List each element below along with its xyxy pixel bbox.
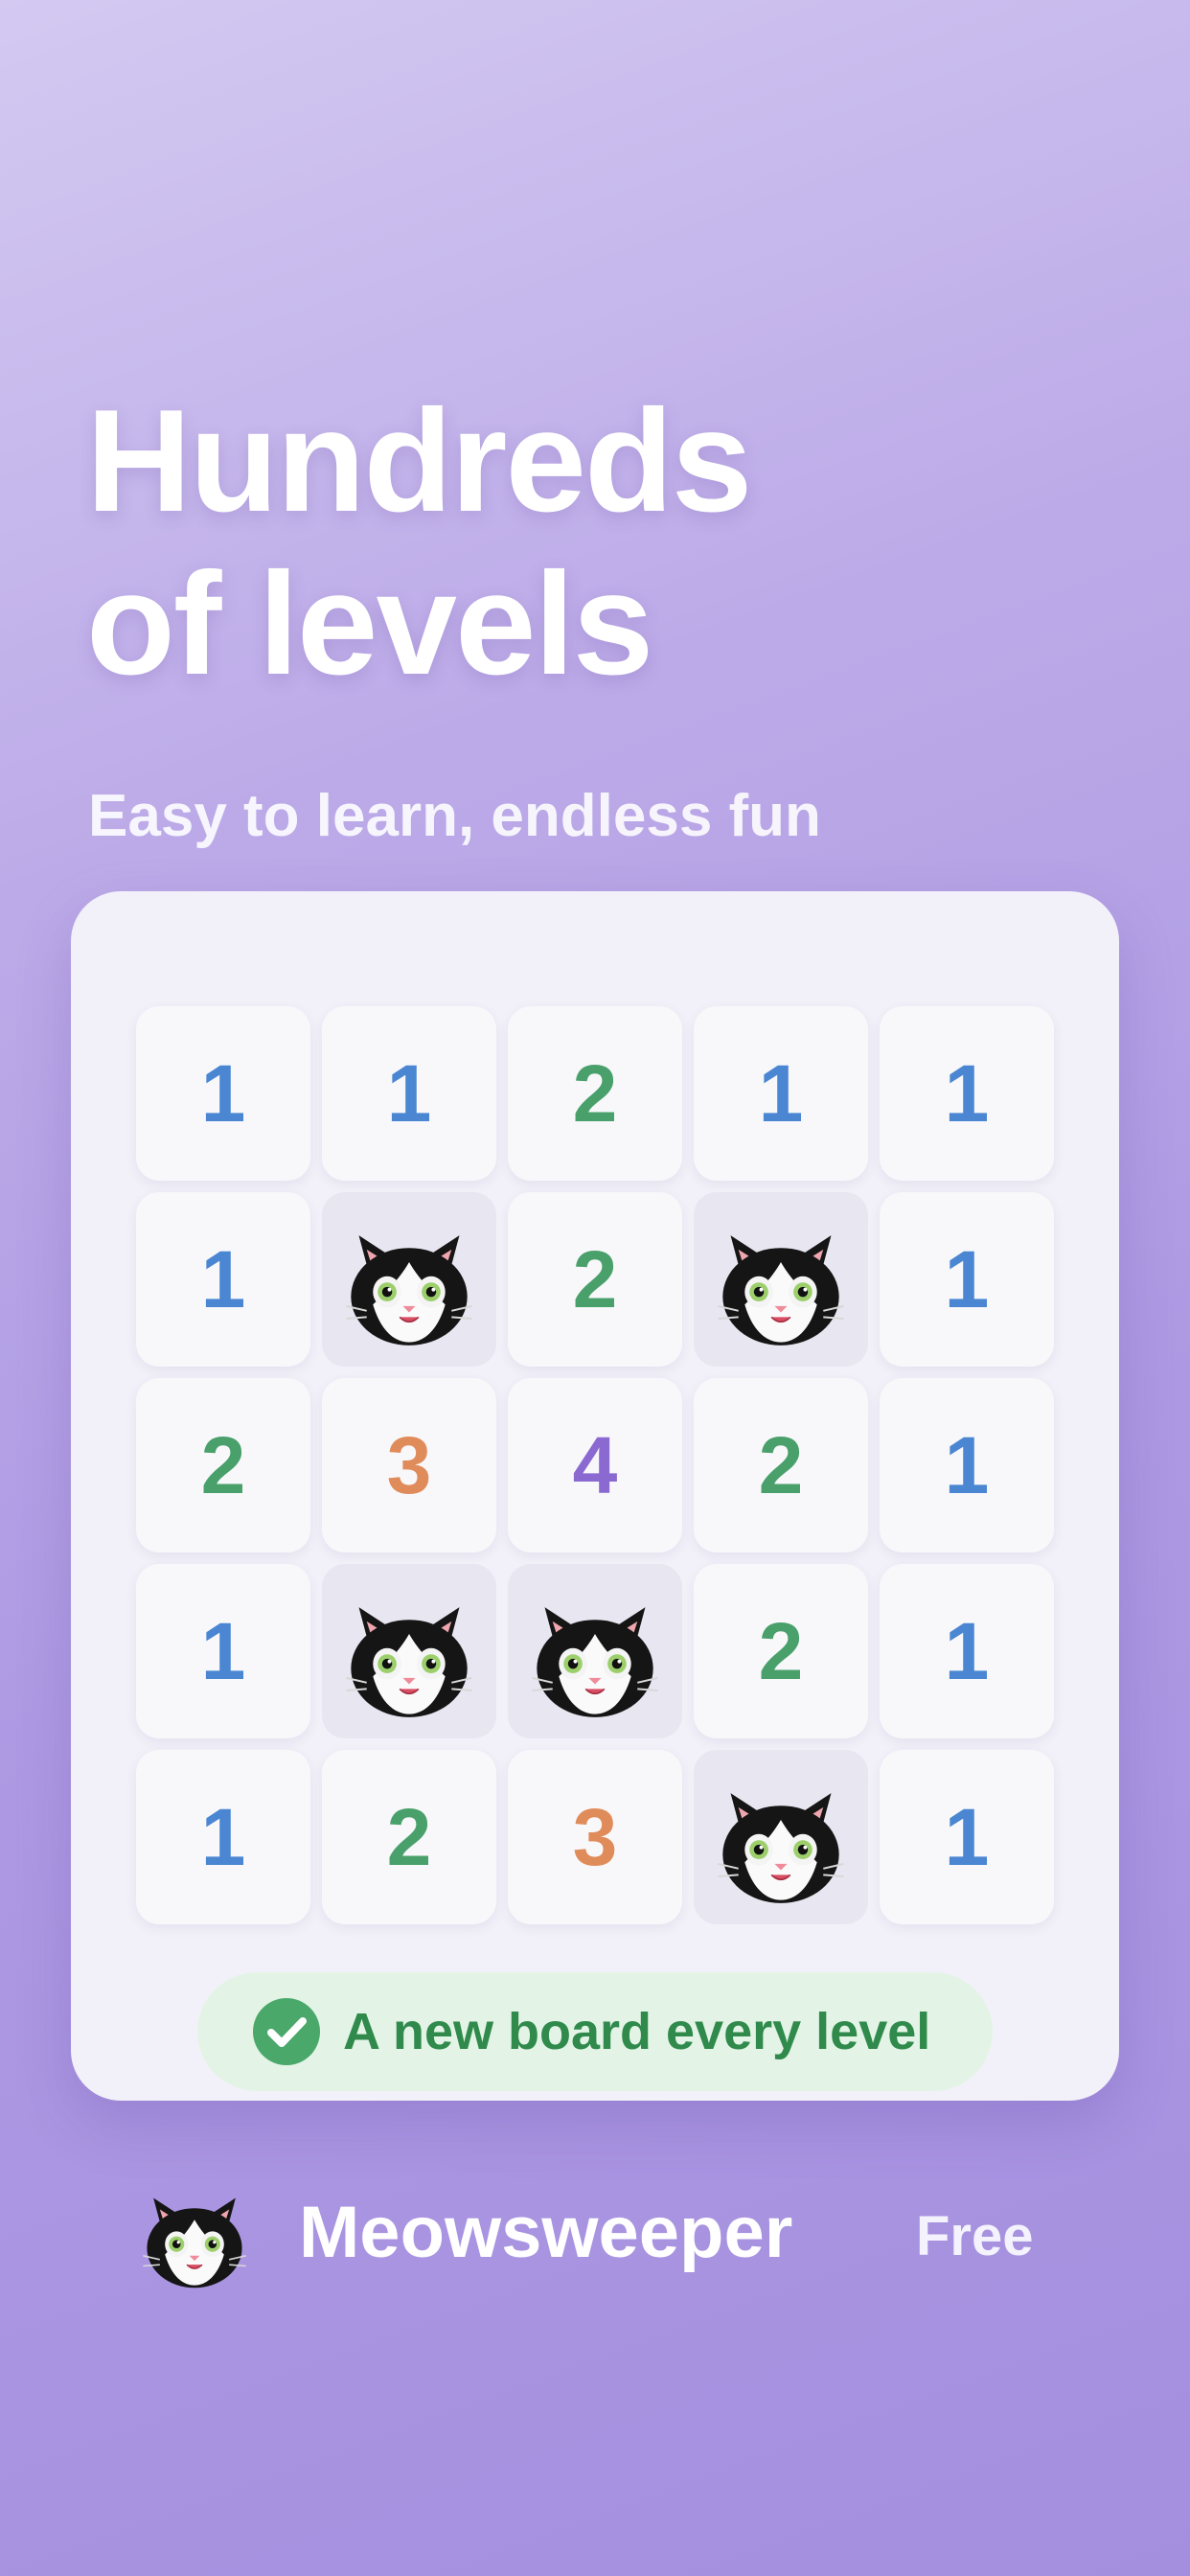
board-number-cell[interactable]: 1 [136,1564,310,1738]
app-price: Free [916,2205,1034,2267]
board-number-cell[interactable]: 1 [136,1750,310,1924]
headline-line-1: Hundreds [86,380,752,542]
board-number-cell[interactable]: 4 [508,1378,682,1552]
game-board-grid: 11211121234211211231 [136,1006,1058,1924]
board-number-cell[interactable]: 2 [508,1192,682,1367]
feature-badge: A new board every level [197,1972,993,2091]
headline: Hundreds of levels [86,380,752,705]
game-board-card: 11211121234211211231 A new board every l… [71,891,1119,2101]
headline-line-2: of levels [86,542,653,705]
cat-face-icon [346,1607,472,1717]
app-name: Meowsweeper [299,2192,793,2273]
board-number-cell[interactable]: 1 [880,1192,1054,1367]
feature-badge-text: A new board every level [343,2003,931,2060]
cat-face-icon [532,1607,658,1717]
cat-face-icon [130,2170,259,2298]
board-number-cell[interactable]: 1 [136,1192,310,1367]
cat-face-icon [346,1235,472,1346]
subheadline: Easy to learn, endless fun [88,783,821,849]
board-number-cell[interactable]: 1 [694,1006,868,1181]
board-number-cell[interactable]: 2 [694,1378,868,1552]
board-number-cell[interactable]: 1 [880,1378,1054,1552]
board-number-cell[interactable]: 1 [136,1006,310,1181]
app-footer: Meowsweeper Free [0,2156,1190,2310]
board-cat-cell[interactable] [508,1564,682,1738]
board-number-cell[interactable]: 1 [322,1006,496,1181]
board-cat-cell[interactable] [694,1750,868,1924]
cat-face-icon [718,1793,844,1903]
check-circle-icon [253,1998,320,2065]
board-number-cell[interactable]: 3 [508,1750,682,1924]
board-number-cell[interactable]: 2 [508,1006,682,1181]
board-cat-cell[interactable] [694,1192,868,1367]
board-number-cell[interactable]: 2 [322,1750,496,1924]
cat-face-icon [718,1235,844,1346]
board-number-cell[interactable]: 1 [880,1564,1054,1738]
board-number-cell[interactable]: 1 [880,1750,1054,1924]
board-cat-cell[interactable] [322,1192,496,1367]
board-number-cell[interactable]: 3 [322,1378,496,1552]
board-number-cell[interactable]: 1 [880,1006,1054,1181]
board-cat-cell[interactable] [322,1564,496,1738]
board-number-cell[interactable]: 2 [694,1564,868,1738]
board-number-cell[interactable]: 2 [136,1378,310,1552]
